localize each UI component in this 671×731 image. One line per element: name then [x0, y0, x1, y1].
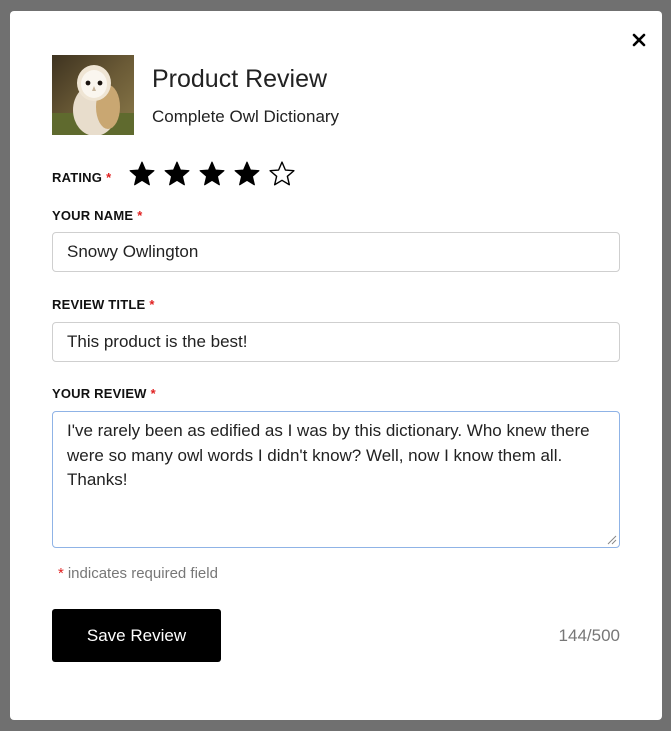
review-textarea[interactable]: I've rarely been as edified as I was by … [52, 411, 620, 548]
required-asterisk: * [106, 170, 112, 185]
review-title-input-value: This product is the best! [67, 332, 248, 351]
rating-label-text: RATING [52, 170, 103, 185]
star-empty-icon[interactable] [268, 160, 296, 188]
name-input-value: Snowy Owlington [67, 242, 199, 261]
close-button[interactable] [628, 29, 650, 51]
star-filled-icon[interactable] [233, 160, 261, 188]
required-note-text: indicates required field [67, 565, 218, 582]
required-asterisk: * [58, 565, 64, 582]
name-label-text: YOUR NAME [52, 208, 134, 223]
product-name: Complete Owl Dictionary [152, 107, 340, 126]
review-title-label: REVIEW TITLE * [52, 297, 155, 312]
character-counter: 144/500 [558, 626, 620, 645]
review-modal: Product Review Complete Owl Dictionary R… [10, 11, 662, 720]
review-title-label-text: REVIEW TITLE [52, 297, 146, 312]
product-thumbnail [52, 55, 134, 135]
name-input[interactable]: Snowy Owlington [52, 232, 620, 272]
review-label-text: YOUR REVIEW [52, 386, 147, 401]
close-icon [632, 33, 646, 47]
review-label: YOUR REVIEW * [52, 386, 156, 401]
required-asterisk: * [150, 386, 156, 401]
review-textarea-value: I've rarely been as edified as I was by … [67, 421, 590, 489]
rating-label: RATING * [52, 170, 111, 185]
barn-owl-photo [52, 55, 134, 135]
required-field-note: * indicates required field [58, 565, 218, 582]
required-asterisk: * [149, 297, 155, 312]
required-asterisk: * [137, 208, 143, 223]
modal-title: Product Review [152, 65, 328, 93]
star-rating[interactable] [128, 160, 296, 188]
star-filled-icon[interactable] [198, 160, 226, 188]
star-filled-icon[interactable] [163, 160, 191, 188]
resize-handle-icon[interactable] [605, 533, 617, 545]
name-label: YOUR NAME * [52, 208, 143, 223]
star-filled-icon[interactable] [128, 160, 156, 188]
review-title-input[interactable]: This product is the best! [52, 322, 620, 362]
save-review-button[interactable]: Save Review [52, 609, 221, 662]
